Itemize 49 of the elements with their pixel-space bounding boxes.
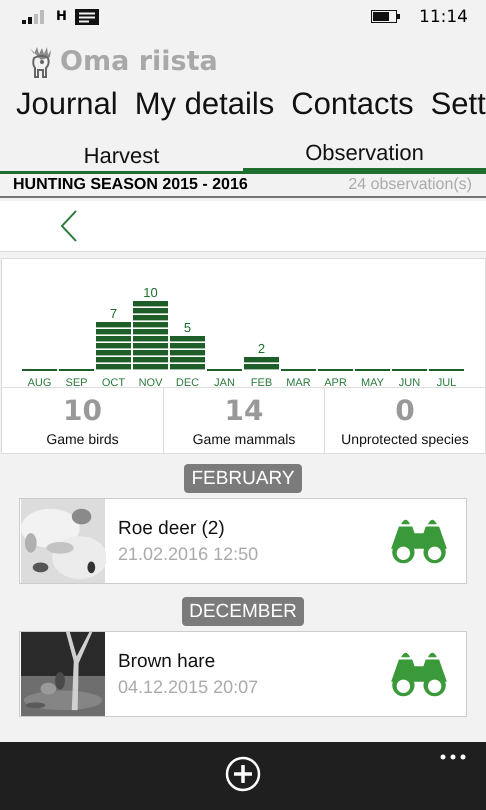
- season-title: HUNTING SEASON 2015 - 2016: [13, 176, 248, 194]
- species-name: Roe deer (2): [118, 518, 226, 540]
- chart-bar: [244, 357, 279, 371]
- category-label: Game birds: [46, 431, 119, 447]
- month-header: FEBRUARY: [184, 464, 302, 493]
- app-title: Oma riista: [60, 46, 218, 76]
- date-time: 04.12.2015 20:07: [118, 676, 260, 698]
- bar-value-label: 2: [258, 341, 266, 356]
- observation-item[interactable]: Roe deer (2) 21.02.2016 12:50: [19, 498, 467, 584]
- pivot-header[interactable]: Journal: [16, 86, 118, 122]
- month-label: MAY: [360, 377, 384, 387]
- chart-bar: [170, 336, 205, 371]
- pivot-header[interactable]: My details: [134, 86, 274, 122]
- more-options-icon[interactable]: [440, 754, 466, 760]
- species-name: Brown hare: [118, 650, 216, 672]
- month-label: AUG: [28, 377, 52, 387]
- battery-icon: [371, 10, 401, 23]
- category-label: Game mammals: [192, 431, 296, 447]
- month-header: DECEMBER: [182, 597, 304, 626]
- month-label: DEC: [176, 377, 200, 387]
- month-label: FEB: [250, 377, 272, 387]
- month-label: JAN: [214, 377, 235, 387]
- month-label: MAR: [286, 377, 311, 387]
- message-icon: [74, 8, 99, 24]
- chart-bar: [133, 301, 168, 371]
- date-time: 21.02.2016 12:50: [118, 544, 260, 564]
- month-label: JUN: [398, 377, 420, 387]
- bar-value-label: 10: [143, 285, 158, 300]
- month-label: NOV: [138, 377, 162, 387]
- bar-value-label: 7: [110, 306, 118, 321]
- chart-bar: [96, 322, 131, 371]
- month-label: APR: [324, 377, 347, 387]
- category-label: Unprotected species: [341, 431, 469, 447]
- pivot-header[interactable]: Contacts: [291, 86, 414, 122]
- tab[interactable]: Observation: [243, 138, 486, 174]
- total-count: 14: [224, 394, 264, 427]
- observation-item[interactable]: Brown hare 04.12.2015 20:07: [19, 631, 467, 717]
- back-arrow-button[interactable]: [60, 210, 78, 242]
- bar-value-label: 5: [184, 320, 192, 335]
- clock-time: 11:14: [419, 6, 468, 26]
- pivot-header[interactable]: Sett: [430, 86, 486, 122]
- tab[interactable]: Harvest: [0, 141, 243, 174]
- total-count: 10: [63, 394, 102, 427]
- month-label: OCT: [102, 377, 126, 387]
- network-type: H: [56, 9, 67, 24]
- observation-count: 24 observation(s): [348, 176, 472, 194]
- month-label: SEP: [66, 377, 88, 387]
- month-label: JUL: [436, 377, 456, 387]
- total-count: 0: [395, 394, 415, 427]
